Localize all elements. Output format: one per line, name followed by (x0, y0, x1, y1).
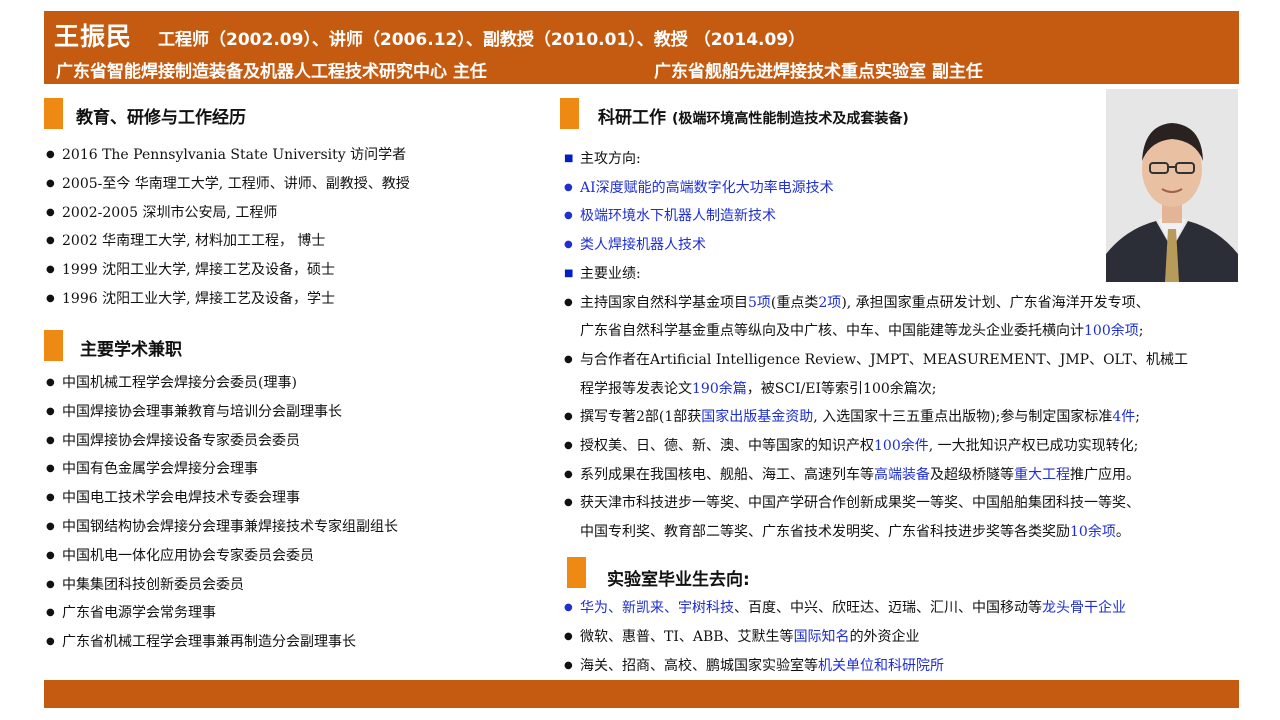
highlight-span: 机关单位和科研院所 (818, 657, 944, 674)
achievement-item: 撰写专著2部(1部获国家出版基金资助, 入选国家十三五重点出版物);参与制定国家… (564, 403, 1188, 432)
list-item: 中国焊接协会焊接设备专家委员会委员 (46, 427, 398, 456)
text-span: 主持国家自然科学基金项目 (580, 294, 748, 311)
list-item: 中国钢结构协会焊接分会理事兼焊接技术专家组副组长 (46, 513, 398, 542)
text-span: ), 承担国家重点研发计划、广东省海洋开发专项、 (841, 294, 1150, 311)
list-item: 1996 沈阳工业大学, 焊接工艺及设备，学士 (46, 285, 410, 314)
graduates-list: 华为、新凯来、宇树科技、百度、中兴、欣旺达、迈瑞、汇川、中国移动等龙头骨干企业 … (564, 594, 1126, 680)
achievement-item-continued: 中国专利奖、教育部二等奖、广东省技术发明奖、广东省科技进步奖等各类奖励10余项。 (564, 518, 1188, 547)
direction-item: 类人焊接机器人技术 (564, 231, 1188, 260)
list-item: 广东省机械工程学会理事兼再制造分会副理事长 (46, 628, 398, 657)
text-span: 微软、惠普、TI、ABB、艾默生等 (580, 628, 794, 645)
person-name: 王振民 (54, 22, 133, 51)
highlight-span: 4件 (1112, 409, 1136, 426)
achievements-label: 主要业绩: (564, 260, 1188, 289)
text-span: 授权美、日、德、新、澳、中等国家的知识产权 (580, 438, 874, 455)
achievement-item: 授权美、日、德、新、澳、中等国家的知识产权100余件, 一大批知识产权已成功实现… (564, 432, 1188, 461)
text-span: 中国专利奖、教育部二等奖、广东省技术发明奖、广东省科技进步奖等各类奖励 (580, 524, 1070, 541)
research-title-text: 科研工作 (598, 108, 666, 128)
achievement-item-continued: 广东省自然科学基金重点等纵向及中广核、中车、中国能建等龙头企业委托横向计100余… (564, 317, 1188, 346)
list-item: 中国机电一体化应用协会专家委员会委员 (46, 542, 398, 571)
graduate-item: 微软、惠普、TI、ABB、艾默生等国际知名的外资企业 (564, 623, 1126, 652)
highlight-span: 100余件 (874, 438, 929, 455)
achievement-item: 与合作者在Artificial Intelligence Review、JMPT… (564, 346, 1188, 375)
education-list: 2016 The Pennsylvania State University 访… (46, 141, 410, 314)
text-span: ，被SCI/EI等索引100余篇次; (746, 380, 937, 397)
section-marker (560, 98, 579, 129)
achievement-item-continued: 程学报等发表论文190余篇，被SCI/EI等索引100余篇次; (564, 375, 1188, 404)
text-span: 程学报等发表论文 (580, 380, 692, 397)
list-item: 1999 沈阳工业大学, 焊接工艺及设备，硕士 (46, 256, 410, 285)
direction-item: 极端环境水下机器人制造新技术 (564, 202, 1188, 231)
text-span: ; (1135, 409, 1140, 426)
list-item: 中国焊接协会理事兼教育与培训分会副理事长 (46, 398, 398, 427)
text-span: 系列成果在我国核电、舰船、海工、高速列车等 (580, 466, 874, 483)
list-item: 广东省电源学会常务理事 (46, 599, 398, 628)
list-item: 中国电工技术学会电焊技术专委会理事 (46, 484, 398, 513)
research-title: 科研工作 (极端环境高性能制造技术及成套装备) (598, 103, 909, 128)
text-span: 海关、招商、高校、鹏城国家实验室等 (580, 657, 818, 674)
highlight-span: 国际知名 (793, 628, 850, 645)
text-span: 的外资企业 (849, 628, 920, 645)
list-item: 2002 华南理工大学, 材料加工工程， 博士 (46, 227, 410, 256)
highlight-span: 国家出版基金资助 (701, 409, 814, 426)
graduates-title: 实验室毕业生去向: (607, 570, 750, 590)
achievement-item: 主持国家自然科学基金项目5项(重点类2项), 承担国家重点研发计划、广东省海洋开… (564, 289, 1188, 318)
highlight-span: 190余篇 (692, 380, 747, 397)
list-item: 中国有色金属学会焊接分会理事 (46, 455, 398, 484)
directions-label: 主攻方向: (564, 145, 1188, 174)
text-span: 撰写专著2部(1部获 (580, 409, 702, 426)
list-item: 2005-至今 华南理工大学, 工程师、讲师、副教授、教授 (46, 170, 410, 199)
org-position-1: 广东省智能焊接制造装备及机器人工程技术研究中心 主任 (56, 62, 487, 82)
highlight-span: 龙头骨干企业 (1042, 600, 1126, 616)
section-marker (44, 330, 63, 361)
section-marker (44, 98, 63, 129)
text-span: ; (1138, 323, 1144, 340)
org-position-2: 广东省舰船先进焊接技术重点实验室 副主任 (654, 62, 983, 82)
research-list: 主攻方向: AI深度赋能的高端数字化大功率电源技术 极端环境水下机器人制造新技术… (564, 145, 1188, 547)
list-item: 中集集团科技创新委员会委员 (46, 571, 398, 600)
footer-banner (44, 680, 1239, 708)
achievement-item: 获天津市科技进步一等奖、中国产学研合作创新成果奖一等奖、中国船舶集团科技一等奖、 (564, 489, 1188, 518)
text-span: 广东省自然科学基金重点等纵向及中广核、中车、中国能建等龙头企业委托横向计 (580, 323, 1084, 340)
list-item: 2002-2005 深圳市公安局, 工程师 (46, 199, 410, 228)
highlight-span: 2项 (818, 294, 842, 311)
text-span: , 入选国家十三五重点出版物);参与制定国家标准 (813, 409, 1113, 426)
highlight-span: 高端装备 (874, 466, 930, 483)
achievement-item: 系列成果在我国核电、舰船、海工、高速列车等高端装备及超级桥隧等重大工程推广应用。 (564, 461, 1188, 490)
highlight-span: 100余项 (1084, 323, 1139, 340)
academic-title: 主要学术兼职 (80, 340, 182, 360)
highlight-span: 重大工程 (1014, 466, 1070, 483)
highlight-span: 华为、新凯来、宇树科技 (580, 600, 734, 616)
text-span: 推广应用。 (1070, 466, 1140, 483)
graduate-item: 华为、新凯来、宇树科技、百度、中兴、欣旺达、迈瑞、汇川、中国移动等龙头骨干企业 (564, 594, 1126, 623)
list-item: 2016 The Pennsylvania State University 访… (46, 141, 410, 170)
graduate-item: 海关、招商、高校、鹏城国家实验室等机关单位和科研院所 (564, 652, 1126, 681)
text-span: , 一大批知识产权已成功实现转化; (928, 438, 1139, 455)
highlight-span: 5项 (748, 294, 771, 311)
academic-list: 中国机械工程学会焊接分会委员(理事) 中国焊接协会理事兼教育与培训分会副理事长 … (46, 369, 398, 657)
education-title: 教育、研修与工作经历 (76, 108, 246, 128)
text-span: 、百度、中兴、欣旺达、迈瑞、汇川、中国移动等 (734, 600, 1042, 616)
research-subtitle: (极端环境高性能制造技术及成套装备) (672, 111, 909, 127)
text-span: 。 (1115, 524, 1130, 541)
list-item: 中国机械工程学会焊接分会委员(理事) (46, 369, 398, 398)
header-banner: 王振民 工程师（2002.09）、讲师（2006.12）、副教授（2010.01… (44, 11, 1239, 84)
highlight-span: 10余项 (1070, 524, 1116, 541)
direction-item: AI深度赋能的高端数字化大功率电源技术 (564, 174, 1188, 203)
career-titles: 工程师（2002.09）、讲师（2006.12）、副教授（2010.01）、教授… (158, 30, 806, 50)
section-marker (567, 557, 586, 588)
text-span: (重点类 (770, 294, 819, 311)
text-span: 及超级桥隧等 (930, 466, 1014, 483)
